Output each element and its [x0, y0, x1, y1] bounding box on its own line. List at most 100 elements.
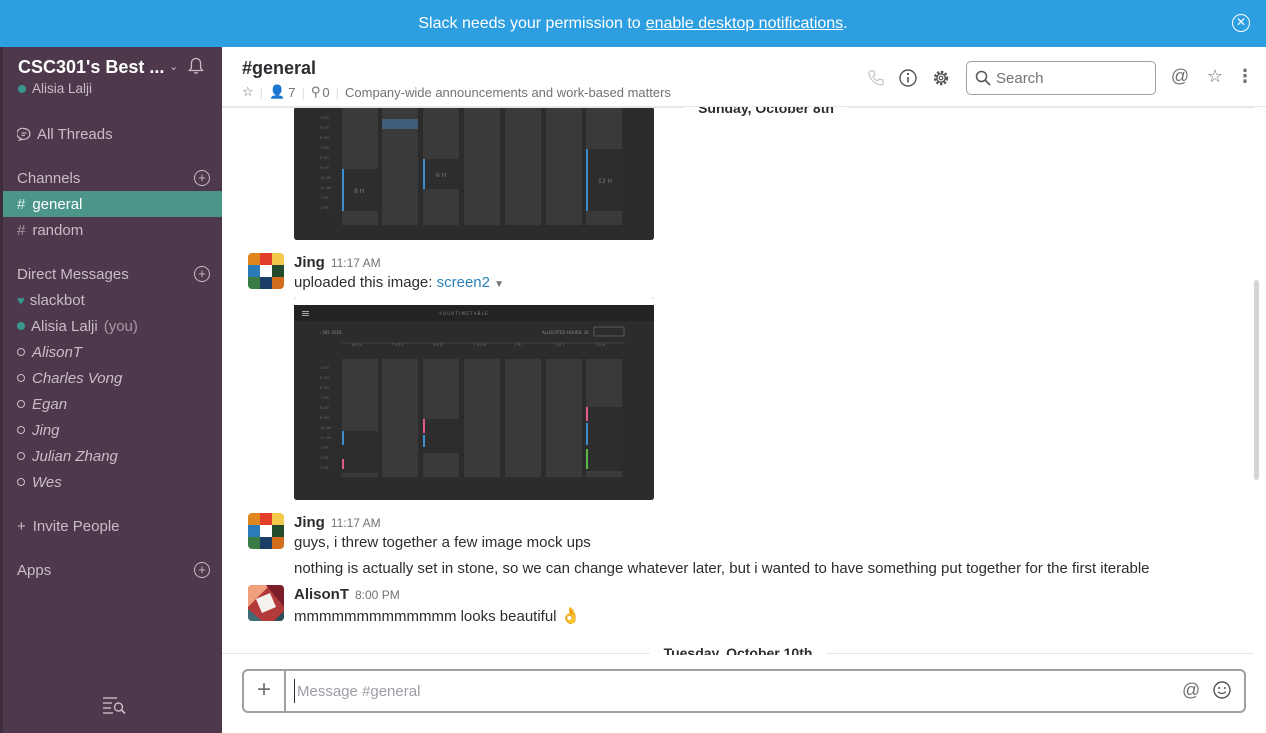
- upload-action: uploaded this image:: [294, 274, 433, 291]
- day-label: Sunday, October 8th: [684, 107, 848, 116]
- channels-header[interactable]: Channels +: [3, 165, 222, 191]
- apps-header[interactable]: Apps +: [3, 557, 222, 583]
- banner-text: Slack needs your permission to: [418, 14, 641, 32]
- presence-away-icon: [17, 452, 25, 460]
- sender-name[interactable]: Jing: [294, 514, 325, 531]
- message-text: nothing is actually set in stone, so we …: [294, 560, 1150, 577]
- invite-label: Invite People: [32, 517, 120, 535]
- star-icon[interactable]: ☆: [242, 84, 254, 100]
- message-time[interactable]: 8:00 PM: [355, 588, 400, 602]
- sidebar-item-alisont[interactable]: AlisonT: [3, 339, 222, 365]
- message-sender[interactable]: AlisonT 8:00 PM: [294, 586, 400, 603]
- message-composer: + @: [242, 669, 1246, 713]
- sidebar-item-charles-vong[interactable]: Charles Vong: [3, 365, 222, 391]
- members-icon[interactable]: 👤: [269, 84, 285, 100]
- all-threads-label: All Threads: [37, 125, 113, 143]
- message-sender[interactable]: Jing 11:17 AM: [294, 254, 381, 271]
- sidebar-item-random[interactable]: # random: [3, 217, 222, 243]
- star-items-icon[interactable]: ☆: [1205, 66, 1225, 86]
- mentions-icon[interactable]: @: [1170, 66, 1190, 86]
- message-text: mmmmmmmmmmmmm looks beautiful 👌: [294, 606, 581, 626]
- caret-down-icon[interactable]: ▼: [494, 279, 504, 290]
- chevron-down-icon[interactable]: ⌄: [169, 60, 178, 73]
- svg-text:1 PM: 1 PM: [320, 196, 328, 200]
- svg-text:ALLOCATED HOURS: 36: ALLOCATED HOURS: 36: [542, 330, 589, 335]
- svg-text:8 H: 8 H: [354, 188, 364, 195]
- banner-suffix: .: [843, 14, 848, 32]
- presence-away-icon: [17, 426, 25, 434]
- svg-text:6 AM: 6 AM: [320, 386, 329, 390]
- team-menu[interactable]: CSC301's Best ... ⌄ Alisia Lalji: [18, 57, 218, 96]
- avatar[interactable]: [248, 585, 284, 621]
- sidebar-item-egan[interactable]: Egan: [3, 391, 222, 417]
- sender-name[interactable]: Jing: [294, 254, 325, 271]
- current-user[interactable]: Alisia Lalji: [18, 81, 218, 96]
- message-time[interactable]: 11:17 AM: [331, 256, 381, 270]
- add-app-icon[interactable]: +: [194, 562, 210, 578]
- close-icon[interactable]: ✕: [1232, 14, 1250, 32]
- add-attachment-button[interactable]: +: [244, 671, 286, 711]
- message-time[interactable]: 11:17 AM: [331, 516, 381, 530]
- svg-text:M O N: M O N: [352, 343, 362, 347]
- avatar[interactable]: [248, 513, 284, 549]
- dm-header-label: Direct Messages: [17, 265, 129, 283]
- svg-text:S U N: S U N: [596, 343, 605, 347]
- svg-text:11 AM: 11 AM: [320, 436, 331, 440]
- channel-purpose: Company-wide announcements and work-base…: [345, 84, 671, 100]
- svg-text:1 PM: 1 PM: [320, 446, 328, 450]
- sidebar-item-julian-zhang[interactable]: Julian Zhang: [3, 443, 222, 469]
- presence-icon: [18, 84, 26, 93]
- message-text: guys, i threw together a few image mock …: [294, 534, 591, 551]
- pin-icon[interactable]: ⚲: [311, 84, 321, 100]
- bell-icon[interactable]: [188, 57, 204, 75]
- svg-text:8 AM: 8 AM: [320, 406, 329, 410]
- more-icon[interactable]: ⋮: [1235, 66, 1255, 86]
- quick-switcher-icon[interactable]: [102, 695, 126, 715]
- svg-text:T U E S: T U E S: [391, 343, 403, 347]
- sidebar-item-all-threads[interactable]: All Threads: [3, 121, 222, 147]
- channel-title[interactable]: #general: [242, 58, 316, 79]
- search-input[interactable]: Search: [966, 61, 1156, 95]
- info-icon[interactable]: [898, 68, 918, 88]
- svg-text:9 AM: 9 AM: [320, 166, 329, 170]
- svg-text:5 AM: 5 AM: [320, 376, 329, 380]
- message-body: mmmmmmmmmmmmm looks beautiful: [294, 608, 557, 625]
- sidebar-item-alisia[interactable]: Alisia Lalji (you): [3, 313, 222, 339]
- avatar[interactable]: [248, 253, 284, 289]
- svg-text:8 AM: 8 AM: [320, 156, 329, 160]
- enable-notifications-link[interactable]: enable desktop notifications: [646, 15, 843, 33]
- dm-label: Egan: [32, 395, 68, 413]
- message-input[interactable]: [294, 679, 1164, 703]
- add-dm-icon[interactable]: +: [194, 266, 210, 282]
- phone-icon[interactable]: [866, 68, 886, 88]
- sidebar-item-wes[interactable]: Wes: [3, 469, 222, 495]
- svg-text:F R I: F R I: [515, 343, 522, 347]
- image-attachment-2[interactable]: Y O U R T I M E T A B L E ‹ NO. 2018 ALL…: [294, 297, 654, 500]
- member-count[interactable]: 7: [288, 85, 295, 100]
- svg-text:2 PM: 2 PM: [320, 456, 328, 460]
- file-link[interactable]: screen2: [437, 274, 490, 291]
- svg-text:3 PM: 3 PM: [320, 466, 328, 470]
- you-label: (you): [103, 317, 138, 335]
- emoji-icon[interactable]: [1212, 680, 1232, 700]
- image-attachment-1[interactable]: 8 H 6 H 12 H 4 AM 5 AM 6 AM 7 AM 8 AM 9 AM 10 …: [294, 107, 654, 240]
- sidebar-item-slackbot[interactable]: ♥ slackbot: [3, 287, 222, 313]
- gear-icon[interactable]: [931, 68, 951, 88]
- scrollbar[interactable]: [1254, 280, 1259, 480]
- presence-away-icon: [17, 374, 25, 382]
- sidebar-item-general[interactable]: # general: [3, 191, 222, 217]
- message-sender[interactable]: Jing 11:17 AM: [294, 514, 381, 531]
- sidebar-item-jing[interactable]: Jing: [3, 417, 222, 443]
- pin-count[interactable]: 0: [322, 85, 329, 100]
- svg-text:11 AM: 11 AM: [320, 186, 331, 190]
- presence-away-icon: [17, 400, 25, 408]
- mention-icon[interactable]: @: [1182, 680, 1200, 701]
- add-channel-icon[interactable]: +: [194, 170, 210, 186]
- svg-text:4 AM: 4 AM: [320, 116, 329, 120]
- svg-text:7 AM: 7 AM: [320, 396, 329, 400]
- sender-name[interactable]: AlisonT: [294, 586, 349, 603]
- invite-people-button[interactable]: + Invite People: [3, 513, 222, 539]
- presence-away-icon: [17, 478, 25, 486]
- dm-header[interactable]: Direct Messages +: [3, 261, 222, 287]
- svg-text:12 H: 12 H: [598, 178, 612, 185]
